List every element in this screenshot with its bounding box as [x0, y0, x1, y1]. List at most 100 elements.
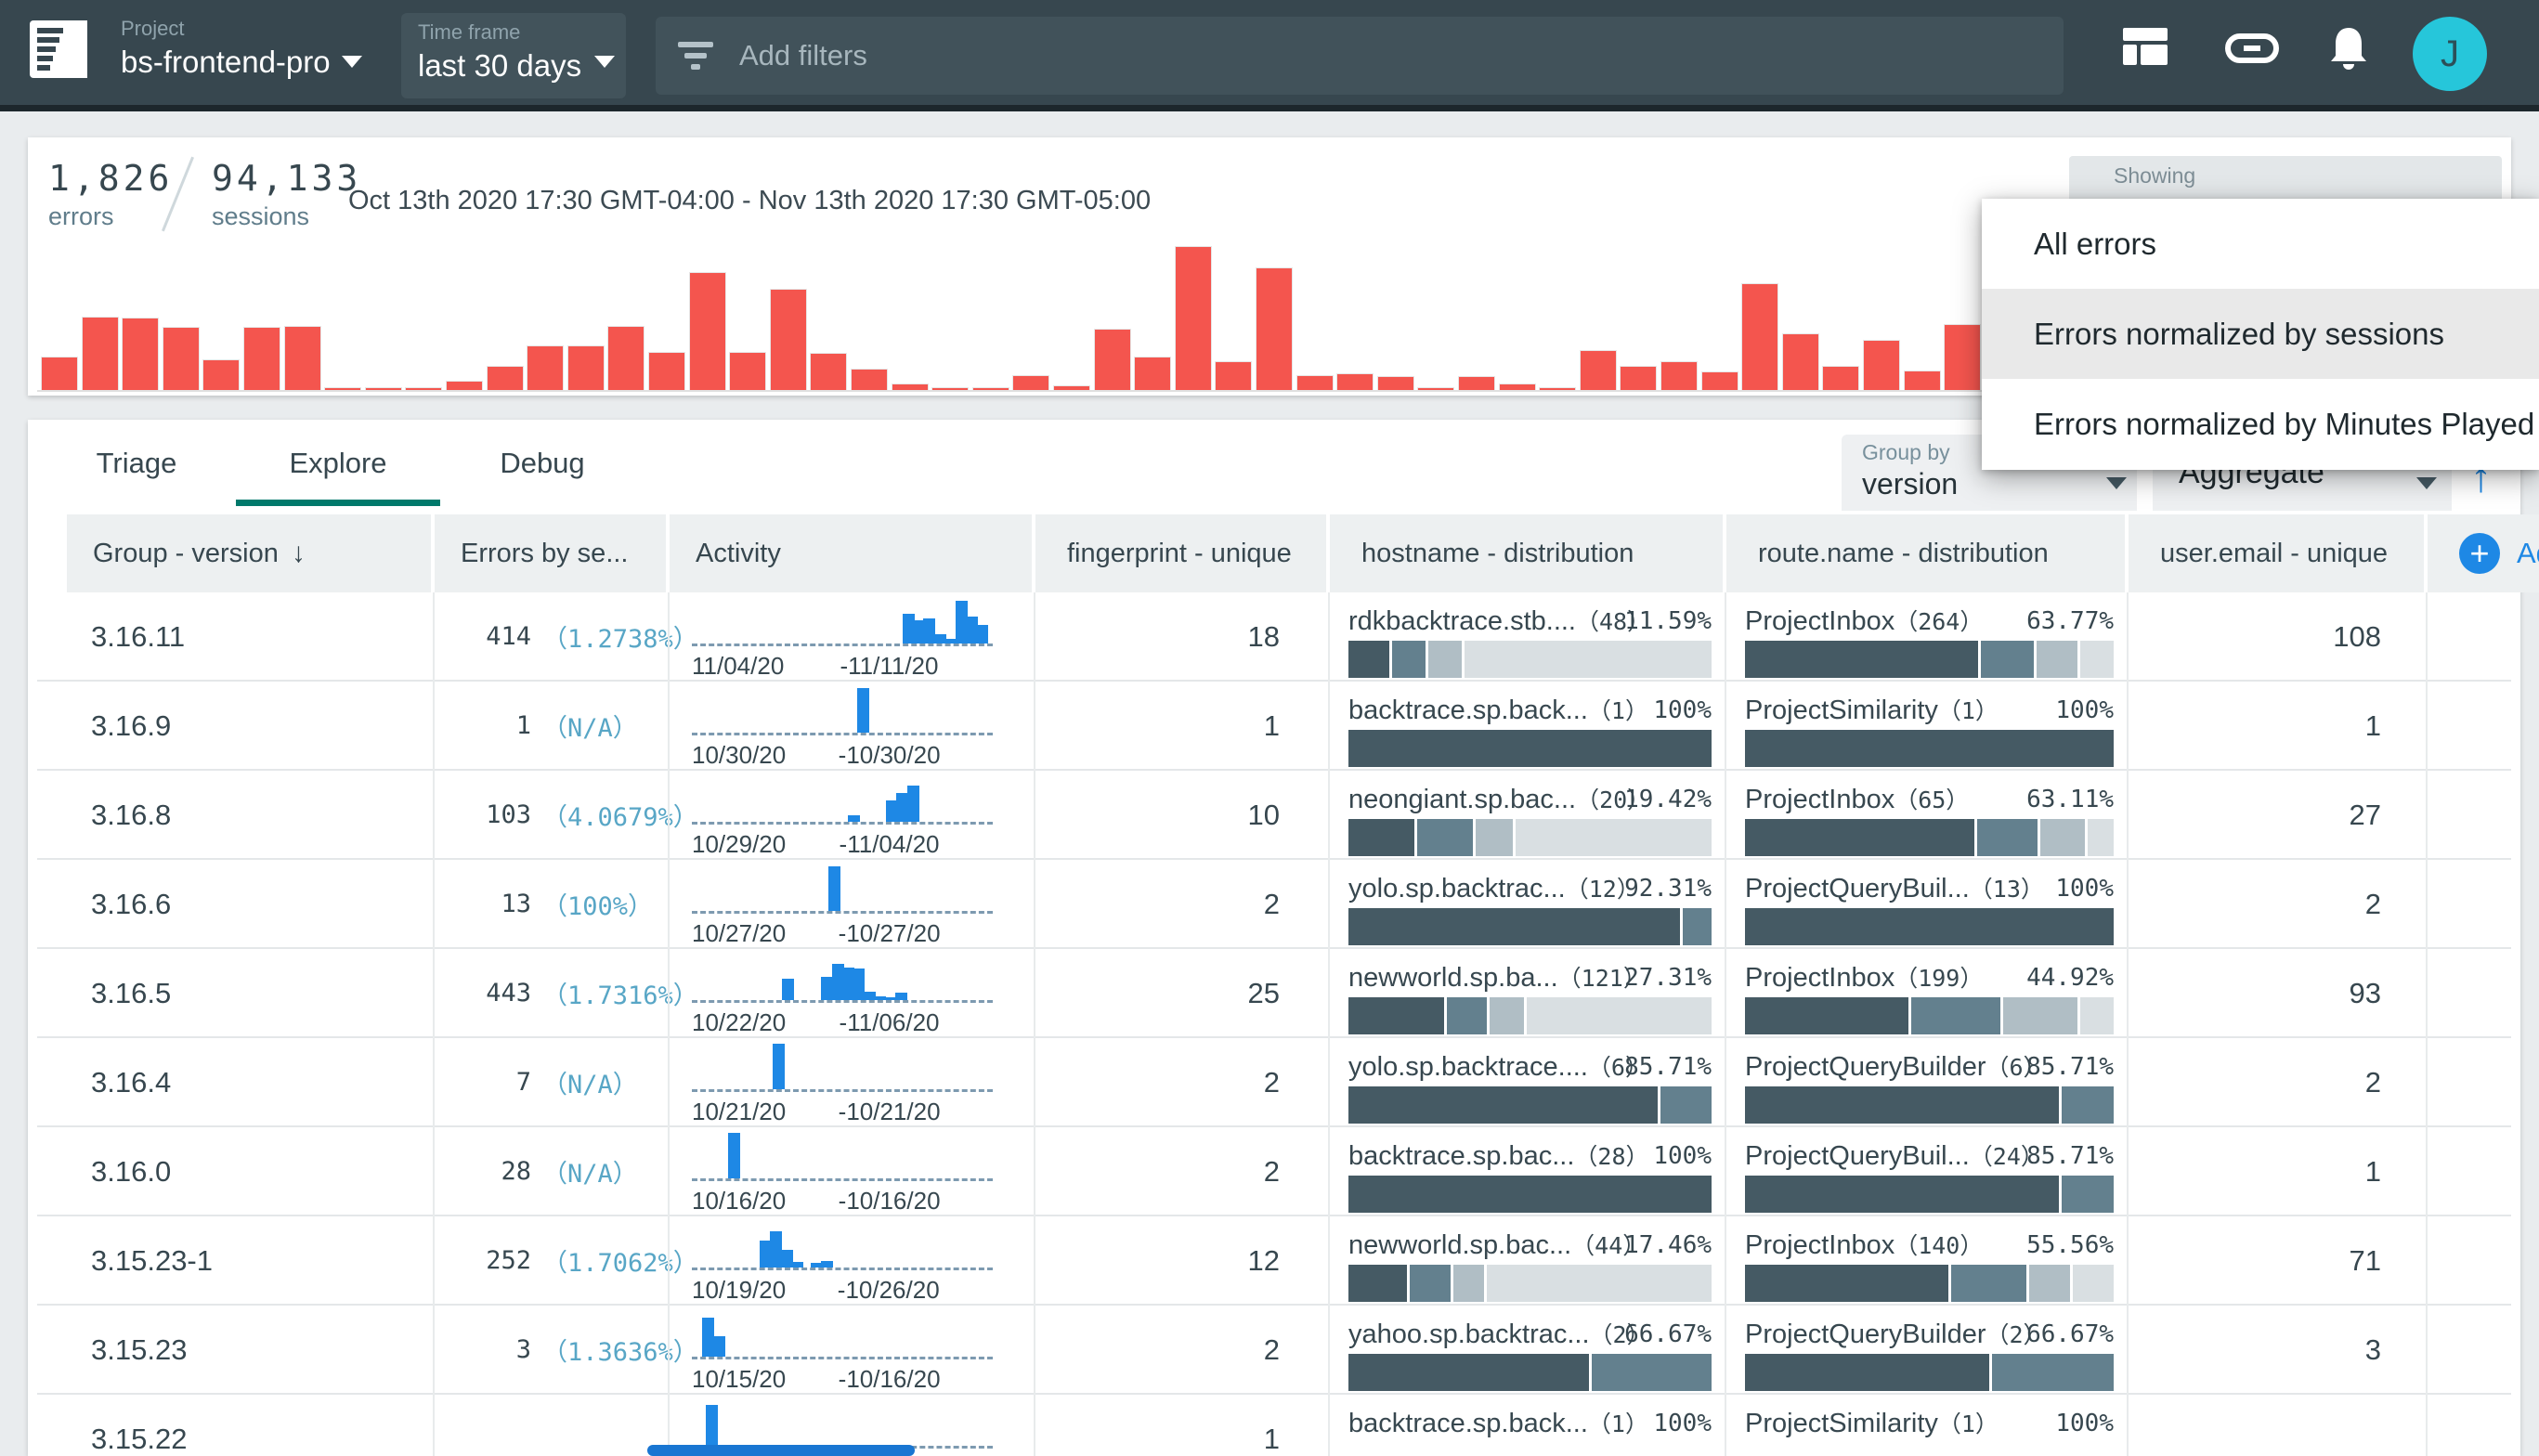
fingerprint-count: 2 [1264, 1066, 1280, 1099]
column-header-route[interactable]: route.name - distribution [1726, 514, 2125, 592]
distribution-segment [1348, 1176, 1712, 1213]
version-label: 3.16.5 [91, 977, 171, 1010]
horizontal-scrollbar-thumb[interactable] [647, 1445, 915, 1456]
sparkline-bar [895, 993, 907, 1000]
hostname-name: backtrace.sp.bac... [1348, 1141, 1574, 1171]
distribution-segment [1516, 819, 1712, 856]
distribution-segment [1981, 641, 2034, 678]
distribution-bar [1348, 641, 1712, 678]
timeframe-caret-icon[interactable] [594, 56, 615, 68]
menu-option[interactable]: All errors [1982, 199, 2539, 289]
hostname-percent: 17.46% [1624, 1231, 1712, 1259]
table-row[interactable]: 3.16.613（100%）10/27/20 12:56-10/27/20 16… [37, 860, 2511, 949]
table-row[interactable]: 3.16.11414（1.2738%）11/04/20 09:28-11/11/… [37, 592, 2511, 682]
cell-user_email: 3 [2127, 1306, 2426, 1395]
distribution-bar [1348, 997, 1712, 1034]
hostname-count: （1） [1588, 697, 1648, 724]
hostname-name: yahoo.sp.backtrac... [1348, 1320, 1590, 1349]
column-header-fingerprint[interactable]: fingerprint - unique [1035, 514, 1326, 592]
menu-option[interactable]: Errors normalized by sessions [1982, 289, 2539, 379]
column-header-hostname[interactable]: hostname - distribution [1330, 514, 1723, 592]
errors-count: 1,826 [48, 158, 173, 199]
project-select[interactable]: Project bs-frontend-pro [121, 17, 381, 91]
sparkline-bar [907, 786, 919, 822]
dashboard-layout-icon[interactable] [2123, 28, 2168, 65]
histogram-bar [1822, 366, 1859, 390]
hostname-distribution: yahoo.sp.backtrac...（2）66.67% [1348, 1317, 1712, 1395]
cell-route: ProjectQueryBuil...（24）85.71% [1725, 1127, 2127, 1216]
cell-errors: 443（1.7316%） [433, 949, 668, 1038]
cell-activity: 10/27/20 12:56-10/27/20 16:04 [668, 860, 1034, 949]
group-by-caret-icon[interactable] [2106, 477, 2127, 489]
user-avatar[interactable]: J [2413, 17, 2487, 91]
route-count: （65） [1894, 786, 1969, 813]
table-row[interactable]: 3.16.47（N/A）10/21/20 16:10-10/21/20 19:2… [37, 1038, 2511, 1127]
timeframe-select[interactable]: Time frame last 30 days [401, 13, 626, 98]
sparkline-bar [728, 1133, 740, 1178]
aggregate-caret-icon[interactable] [2416, 477, 2437, 489]
cell-user_email [2127, 1395, 2426, 1456]
add-filters-input[interactable]: Add filters [656, 17, 2064, 95]
cell-activity: 10/21/20 16:10-10/21/20 19:21 [668, 1038, 1034, 1127]
column-header-user_email[interactable]: user.email - unique [2129, 514, 2424, 592]
table-row[interactable]: 3.15.221backtrace.sp.back...（1）100%Proje… [37, 1395, 2511, 1456]
route-name: ProjectInbox [1745, 963, 1894, 993]
sort-arrow-icon[interactable]: ↓ [292, 538, 306, 569]
project-caret-icon[interactable] [342, 56, 362, 68]
route-distribution: ProjectInbox（65）63.11% [1745, 782, 2114, 860]
distribution-bar [1348, 1265, 1712, 1302]
histogram-bar [1012, 375, 1049, 391]
backtrace-logo-icon[interactable] [30, 20, 87, 78]
cell-activity: 10/30/20 17:28-10/30/20 17:28 [668, 682, 1034, 771]
sparkline-bar [848, 815, 860, 822]
table-row[interactable]: 3.16.028（N/A）10/16/20 16:38-10/16/20 16:… [37, 1127, 2511, 1216]
menu-option-label: Errors normalized by Minutes Played [2034, 407, 2534, 442]
errors-count-value: 414 [435, 592, 531, 680]
histogram-bar [284, 326, 321, 390]
histogram-bar [82, 317, 119, 390]
menu-option[interactable]: Errors normalized by Minutes Played [1982, 379, 2539, 469]
link-icon[interactable] [2225, 33, 2279, 63]
table-row[interactable]: 3.16.5443（1.7316%）10/22/20 13:41-11/06/2… [37, 949, 2511, 1038]
activity-sparkline [692, 771, 993, 825]
table-row[interactable]: 3.16.91（N/A）10/30/20 17:28-10/30/20 17:2… [37, 682, 2511, 771]
distribution-segment [1683, 908, 1712, 945]
version-label: 3.16.0 [91, 1155, 171, 1189]
sparkline-bar [706, 1405, 718, 1446]
histogram-bar [1499, 384, 1536, 390]
histogram-bar [1175, 246, 1212, 390]
distribution-segment [2029, 1265, 2071, 1302]
cell-hostname: backtrace.sp.back...（1）100% [1328, 1395, 1725, 1456]
showing-select[interactable]: Showing [2069, 156, 2502, 204]
activity-sparkline [692, 860, 993, 914]
table-row[interactable]: 3.15.23-1252（1.7062%）10/19/20 11:01-10/2… [37, 1216, 2511, 1306]
cell-user_email: 108 [2127, 592, 2426, 682]
sparkline-bar [713, 1336, 725, 1357]
histogram-bar [1782, 333, 1819, 390]
add-column-button[interactable]: +Ad [2428, 514, 2539, 592]
cell-user_email: 2 [2127, 1038, 2426, 1127]
histogram-bar [163, 327, 200, 390]
cell-hostname: backtrace.sp.back...（1）100% [1328, 682, 1725, 771]
route-distribution: ProjectInbox（264）63.77% [1745, 604, 2114, 682]
notifications-bell-icon[interactable] [2327, 26, 2370, 74]
activity-sparkline [692, 1306, 993, 1359]
table-row[interactable]: 3.15.233（1.3636%）10/15/20 12:52-10/16/20… [37, 1306, 2511, 1395]
sparkline-bar [773, 1044, 785, 1089]
tab-triage[interactable]: Triage [37, 420, 236, 506]
table-row[interactable]: 3.16.8103（4.0679%）10/29/20 17:38-11/04/2… [37, 771, 2511, 860]
histogram-bar [122, 318, 159, 390]
tab-debug[interactable]: Debug [440, 420, 645, 506]
hostname-percent: 19.42% [1624, 786, 1712, 813]
column-header-version[interactable]: Group - version↓ [67, 514, 431, 592]
column-header-activity[interactable]: Activity [670, 514, 1032, 592]
cell-errors: 3（1.3636%） [433, 1306, 668, 1395]
fingerprint-count: 2 [1264, 1333, 1280, 1367]
fingerprint-count: 12 [1248, 1244, 1280, 1278]
tab-explore[interactable]: Explore [236, 420, 440, 506]
cell-user_email: 1 [2127, 1127, 2426, 1216]
activity-sparkline [692, 592, 993, 646]
cell-route: ProjectSimilarity（1）100% [1725, 682, 2127, 771]
histogram-bar [1458, 376, 1495, 390]
column-header-errors[interactable]: Errors by se... [435, 514, 666, 592]
